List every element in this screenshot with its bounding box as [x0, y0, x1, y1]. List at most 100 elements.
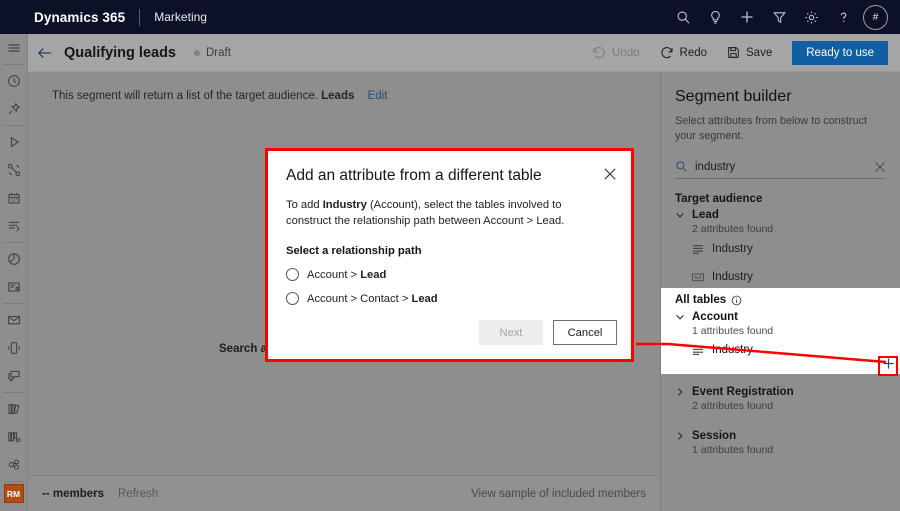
save-label: Save [746, 47, 772, 59]
relationship-path-option-1[interactable]: Account > Lead [286, 268, 631, 281]
radio-button[interactable] [286, 268, 299, 281]
filter-icon[interactable] [763, 0, 795, 34]
recent-icon[interactable] [0, 67, 28, 95]
add-attribute-dialog: Add an attribute from a different table … [265, 148, 634, 362]
attribute-row[interactable]: Industry [661, 235, 900, 263]
rail-divider [4, 64, 24, 65]
event-icon[interactable] [0, 184, 28, 212]
refresh-button[interactable]: Refresh [118, 488, 158, 500]
user-avatar[interactable]: RM [4, 484, 24, 503]
segments-icon[interactable] [0, 423, 28, 451]
status-dot-icon [194, 50, 200, 56]
suite-bar-actions: # [667, 0, 900, 34]
page-title: Qualifying leads [64, 45, 176, 61]
option-bold: Lead [360, 269, 386, 281]
attribute-row-account-industry[interactable]: Industry [661, 337, 900, 360]
email-icon[interactable] [0, 306, 28, 334]
tree-node-label: Account [692, 311, 738, 323]
cancel-button[interactable]: Cancel [553, 320, 617, 345]
canvas-search-label[interactable]: Search a [219, 343, 267, 355]
attribute-label: Industry [712, 243, 753, 255]
optionset-icon [692, 243, 704, 255]
tree-node-label: Session [692, 430, 736, 442]
suite-bar: Dynamics 365 Marketing [0, 0, 900, 34]
textfield-icon [692, 272, 704, 283]
question-icon[interactable] [827, 0, 859, 34]
segment-builder-panel: Segment builder Select attributes from b… [660, 72, 900, 511]
option-bold: Lead [411, 293, 437, 305]
rail-divider [4, 481, 24, 482]
close-icon[interactable] [603, 167, 617, 181]
attribute-search-box[interactable]: industry [675, 155, 886, 179]
dialog-desc-before: To add [286, 199, 323, 211]
status-badge: Draft [206, 47, 231, 59]
radio-button[interactable] [286, 292, 299, 305]
form-icon[interactable] [0, 273, 28, 301]
mobile-icon[interactable] [0, 334, 28, 362]
flow-icon[interactable] [0, 212, 28, 240]
left-nav-rail: RM [0, 34, 28, 511]
undo-button[interactable]: Undo [582, 34, 650, 72]
add-attribute-button[interactable] [878, 356, 898, 376]
plus-icon [882, 357, 895, 375]
next-button[interactable]: Next [479, 320, 543, 345]
edit-link[interactable]: Edit [368, 90, 388, 102]
undo-label: Undo [612, 47, 640, 59]
chevron-down-icon [675, 210, 685, 220]
search-input[interactable]: industry [695, 161, 867, 173]
save-button[interactable]: Save [717, 34, 782, 72]
redo-button[interactable]: Redo [650, 34, 718, 72]
redo-icon [660, 46, 674, 59]
canvas-note-prefix: This segment will return a list of the t… [52, 90, 318, 102]
play-icon[interactable] [0, 128, 28, 156]
attribute-row[interactable]: Industry [661, 263, 900, 291]
rail-divider [4, 242, 24, 243]
tree-node-account[interactable]: Account [661, 306, 900, 323]
canvas-description: This segment will return a list of the t… [52, 90, 387, 102]
relationship-path-option-2[interactable]: Account > Contact > Lead [286, 292, 631, 305]
gear-icon[interactable] [795, 0, 827, 34]
rail-divider [4, 125, 24, 126]
search-icon [675, 160, 688, 173]
view-sample-link[interactable]: View sample of included members [471, 488, 646, 500]
tree-node-session[interactable]: Session [661, 426, 900, 442]
library-icon[interactable] [0, 395, 28, 423]
option-label: Account > Lead [307, 269, 386, 281]
analytics-icon[interactable] [0, 245, 28, 273]
bottom-status-bar: -- members Refresh View sample of includ… [28, 475, 660, 511]
members-count: -- members [42, 488, 104, 500]
panel-title: Segment builder [675, 88, 900, 106]
target-audience-header: Target audience [675, 193, 900, 205]
lightbulb-icon[interactable] [699, 0, 731, 34]
all-tables-spotlight: All tables Account 1 attributes found [661, 288, 900, 374]
rail-divider [4, 392, 24, 393]
hamburger-icon[interactable] [0, 34, 28, 62]
tree-node-meta: 1 attributes found [692, 444, 900, 456]
tree-node-event-registration[interactable]: Event Registration [661, 382, 900, 398]
tree-node-lead[interactable]: Lead [661, 205, 900, 221]
dialog-title: Add an attribute from a different table [286, 167, 631, 185]
dialog-actions: Next Cancel [479, 320, 617, 345]
search-icon[interactable] [667, 0, 699, 34]
tree-node-meta: 2 attributes found [692, 223, 900, 235]
command-bar: Qualifying leads Draft Undo Redo [28, 34, 900, 72]
dialog-subheading: Select a relationship path [286, 245, 631, 257]
journey-icon[interactable] [0, 156, 28, 184]
panel-subtitle: Select attributes from below to construc… [675, 114, 886, 143]
canvas-note-entity: Leads [321, 90, 354, 102]
info-icon[interactable] [731, 295, 742, 306]
pin-icon[interactable] [0, 95, 28, 123]
avatar[interactable]: # [863, 5, 888, 30]
clear-x-icon[interactable] [874, 161, 886, 173]
tree-node-meta: 1 attributes found [692, 325, 900, 337]
plus-icon[interactable] [731, 0, 763, 34]
back-arrow-icon[interactable] [28, 34, 62, 72]
option-label: Account > Contact > Lead [307, 293, 438, 305]
customers-icon[interactable] [0, 451, 28, 479]
optionset-icon [692, 344, 704, 356]
brand-divider [139, 9, 140, 26]
ready-to-use-button[interactable]: Ready to use [792, 41, 888, 65]
option-prefix: Account > Contact > [307, 293, 411, 305]
attribute-label: Industry [712, 271, 753, 283]
chat-icon[interactable] [0, 362, 28, 390]
